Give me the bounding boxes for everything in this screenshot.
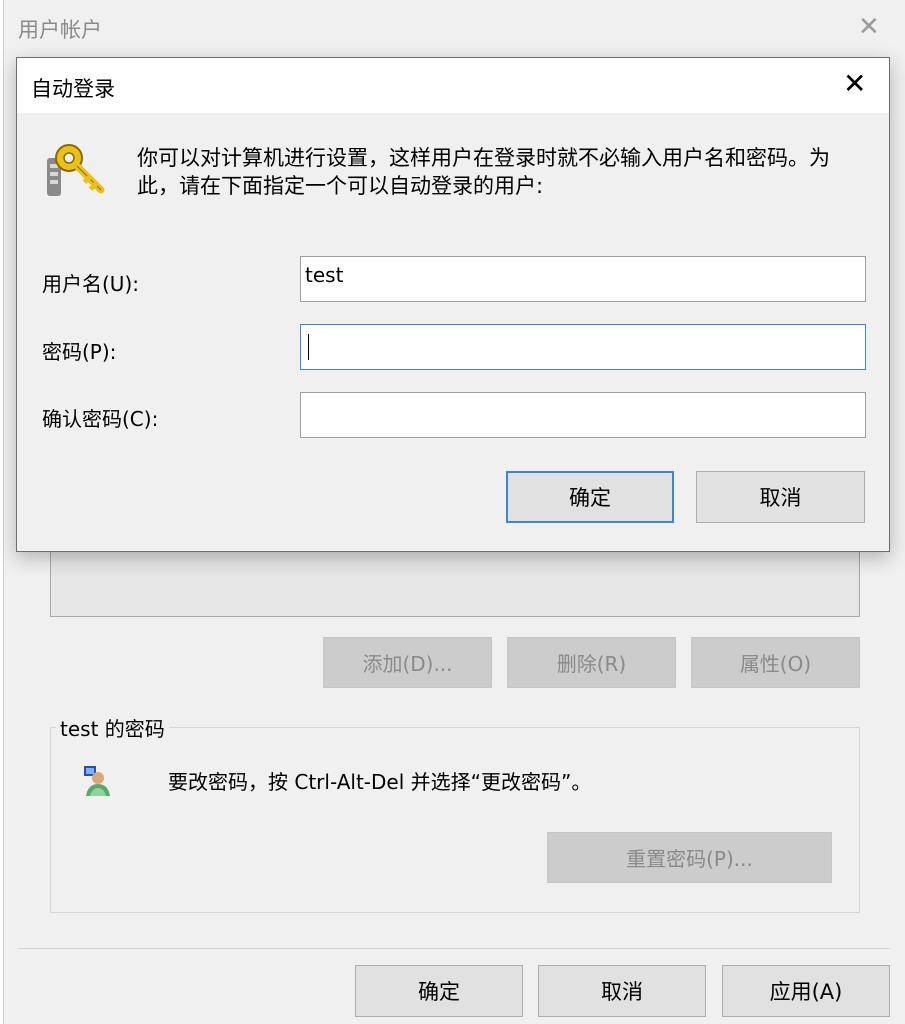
background-ok-button[interactable]: 确定: [355, 965, 523, 1017]
password-input[interactable]: [300, 324, 866, 370]
properties-button[interactable]: 属性(O): [691, 637, 860, 688]
user-listbox[interactable]: [50, 551, 860, 617]
dialog-title: 自动登录: [31, 77, 115, 101]
dialog-description: 你可以对计算机进行设置，这样用户在登录时就不必输入用户名和密码。为此，请在下面指…: [137, 146, 830, 198]
confirm-password-label: 确认密码(C):: [42, 407, 159, 431]
text-caret: [308, 334, 309, 360]
username-input[interactable]: test: [300, 256, 866, 302]
background-close-icon[interactable]: ✕: [858, 12, 880, 42]
password-groupbox: [50, 727, 860, 913]
dialog-close-icon[interactable]: ✕: [843, 68, 866, 100]
user-key-icon: [78, 764, 114, 798]
reset-password-button[interactable]: 重置密码(P)...: [547, 832, 832, 883]
window-edge: [0, 0, 4, 1024]
password-label: 密码(P):: [42, 340, 117, 364]
footer-divider: [18, 948, 890, 949]
background-titlebar: [4, 0, 905, 58]
password-change-message: 要改密码，按 Ctrl-Alt-Del 并选择“更改密码”。: [168, 770, 592, 794]
auto-logon-dialog: 自动登录 ✕ 你可以对计算机进行设置，这样用户在登录时就不必输入用户名和密码。为…: [16, 57, 890, 552]
ok-button[interactable]: 确定: [506, 471, 674, 523]
background-cancel-button[interactable]: 取消: [538, 965, 706, 1017]
background-window-title: 用户帐户: [18, 18, 102, 42]
confirm-password-input[interactable]: [300, 392, 866, 438]
dialog-titlebar: [17, 58, 889, 113]
cancel-button[interactable]: 取消: [696, 471, 865, 523]
keys-icon: [39, 138, 109, 204]
add-button[interactable]: 添加(D)...: [323, 637, 492, 688]
delete-button[interactable]: 删除(R): [507, 637, 676, 688]
password-group-title: test 的密码: [56, 713, 169, 742]
username-label: 用户名(U):: [42, 272, 139, 296]
apply-button[interactable]: 应用(A): [722, 965, 890, 1017]
